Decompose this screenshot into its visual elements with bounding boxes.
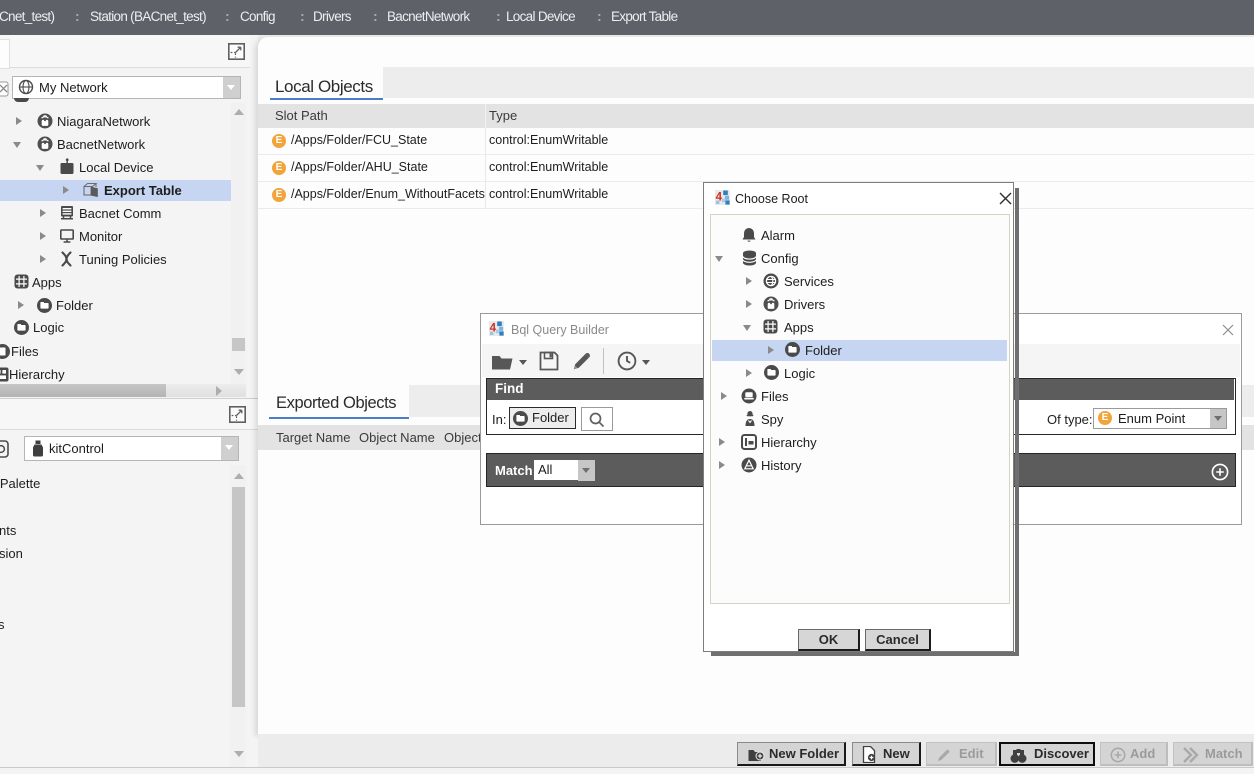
svg-text:4: 4: [716, 192, 723, 204]
svg-text:4: 4: [490, 323, 497, 335]
